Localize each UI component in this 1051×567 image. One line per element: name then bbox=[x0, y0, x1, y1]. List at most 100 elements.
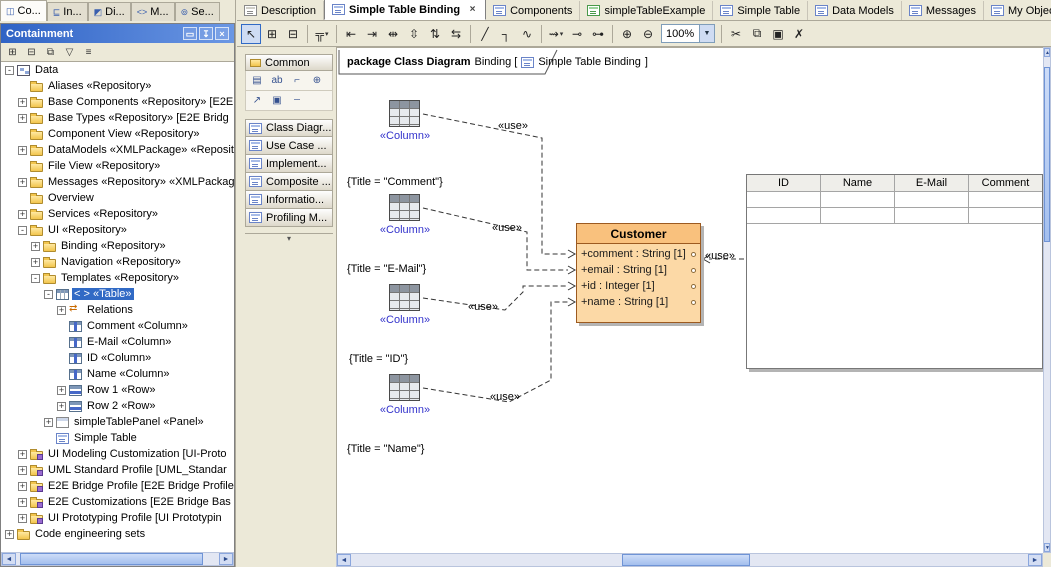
tree-item-aliases-repository[interactable]: Aliases «Repository» bbox=[1, 78, 234, 94]
table-header-id[interactable]: ID bbox=[747, 175, 821, 191]
tree-item-overview[interactable]: Overview bbox=[1, 190, 234, 206]
tree-item-templates-repository[interactable]: -Templates «Repository» bbox=[1, 270, 234, 286]
tree-menu-button[interactable]: ≡ bbox=[80, 45, 97, 60]
copy-button[interactable]: ⧉ bbox=[747, 24, 767, 44]
pin-button[interactable]: ↧ bbox=[199, 27, 213, 40]
tree-item-navigation-repository[interactable]: +Navigation «Repository» bbox=[1, 254, 234, 270]
tree-item-ui-modeling-customization-ui-proto[interactable]: +UI Modeling Customization [UI-Proto bbox=[1, 446, 234, 462]
open-in-new-tree-button[interactable]: ⧉ bbox=[42, 45, 59, 60]
scroll-right-button[interactable]: ► bbox=[219, 553, 233, 565]
expand-toggle[interactable]: + bbox=[18, 98, 27, 107]
text-tool[interactable]: ab bbox=[267, 72, 287, 89]
zoom-in-button[interactable]: ⊕ bbox=[617, 24, 637, 44]
make-same-width-button[interactable]: ⇤ bbox=[341, 24, 361, 44]
column-shape-icon[interactable] bbox=[389, 100, 420, 127]
use-stereotype-label[interactable]: «use» bbox=[468, 301, 498, 313]
align-left-button[interactable]: ⇆ bbox=[446, 24, 466, 44]
diagram-canvas[interactable]: package Class Diagram Binding [ Simple T… bbox=[336, 47, 1043, 553]
tree-item-base-components-repository-e2e[interactable]: +Base Components «Repository» [E2E bbox=[1, 94, 234, 110]
scrollbar-track[interactable] bbox=[16, 553, 219, 565]
collapse-toggle[interactable]: - bbox=[5, 66, 14, 75]
column-stereotype[interactable]: «Column» bbox=[373, 224, 437, 236]
quick-diagram-layout-button[interactable]: ╦▾ bbox=[312, 24, 332, 44]
collapse-all-button[interactable]: ⊟ bbox=[23, 45, 40, 60]
distribute-vertically-button[interactable]: ⇳ bbox=[404, 24, 424, 44]
table-header-e-mail[interactable]: E-Mail bbox=[895, 175, 969, 191]
expand-toggle[interactable]: + bbox=[31, 242, 40, 251]
tab-simple-table-example[interactable]: simpleTableExample bbox=[580, 1, 713, 20]
separator-tool[interactable]: ┄ bbox=[287, 92, 307, 109]
paste-button[interactable]: ▣ bbox=[768, 24, 788, 44]
scrollbar-track[interactable] bbox=[351, 554, 1028, 566]
cut-button[interactable]: ✂ bbox=[726, 24, 746, 44]
column-title-note[interactable]: {Title = "Name"} bbox=[347, 443, 424, 455]
zoom-out-button[interactable]: ⊖ bbox=[638, 24, 658, 44]
expand-toggle[interactable]: + bbox=[18, 450, 27, 459]
left-tab-search[interactable]: ⊚Se... bbox=[175, 2, 220, 21]
scroll-left-button[interactable]: ◄ bbox=[2, 553, 16, 565]
containment-line-button[interactable]: ⊶ bbox=[588, 24, 608, 44]
expand-toggle[interactable]: + bbox=[18, 498, 27, 507]
expand-toggle[interactable]: + bbox=[18, 514, 27, 523]
float-button[interactable]: ▭ bbox=[183, 27, 197, 40]
expand-toggle[interactable]: + bbox=[18, 466, 27, 475]
column-shape-icon[interactable] bbox=[389, 374, 420, 401]
expand-toggle[interactable]: + bbox=[44, 418, 53, 427]
palette-common-group[interactable]: Common bbox=[245, 54, 333, 71]
table-header-name[interactable]: Name bbox=[821, 175, 895, 191]
distribute-horizontally-button[interactable]: ⇹ bbox=[383, 24, 403, 44]
tree-item-e2e-bridge-profile-e2e-bridge-profile[interactable]: +E2E Bridge Profile [E2E Bridge Profile bbox=[1, 478, 234, 494]
collapse-toggle[interactable]: - bbox=[18, 226, 27, 235]
palette-group-use-case-diagram[interactable]: Use Case ... bbox=[245, 137, 333, 155]
left-tab-inheritance[interactable]: ⊑In... bbox=[47, 2, 88, 21]
table-cell[interactable] bbox=[895, 208, 969, 223]
tab-description[interactable]: Description bbox=[237, 1, 324, 20]
expand-toggle[interactable]: + bbox=[18, 210, 27, 219]
tree-item-table[interactable]: -< > «Table» bbox=[1, 286, 234, 302]
left-tab-containment[interactable]: ◫Co... bbox=[0, 0, 47, 21]
make-same-height-button[interactable]: ⇥ bbox=[362, 24, 382, 44]
customer-class[interactable]: Customer +comment : String [1]+email : S… bbox=[576, 223, 701, 323]
use-stereotype-label[interactable]: «use» bbox=[490, 391, 520, 403]
tree-item-comment-column[interactable]: Comment «Column» bbox=[1, 318, 234, 334]
tree-item-code-engineering-sets[interactable]: +Code engineering sets bbox=[1, 526, 234, 542]
note-tool[interactable]: ▤ bbox=[247, 72, 267, 89]
palette-group-implementation-diagram[interactable]: Implement... bbox=[245, 155, 333, 173]
tree-item-e-mail-column[interactable]: E-Mail «Column» bbox=[1, 334, 234, 350]
tree-item-simpletablepanel-panel[interactable]: +simpleTablePanel «Panel» bbox=[1, 414, 234, 430]
expand-toggle[interactable]: + bbox=[57, 402, 66, 411]
palette-splitter[interactable]: ▾ bbox=[245, 233, 333, 244]
palette-group-composite-structure-diagram[interactable]: Composite ... bbox=[245, 173, 333, 191]
tree-item-messages-repository-xmlpackag[interactable]: +Messages «Repository» «XMLPackag bbox=[1, 174, 234, 190]
expand-toggle[interactable]: + bbox=[18, 114, 27, 123]
tree-item-data[interactable]: -Data bbox=[1, 62, 234, 78]
expand-toggle[interactable]: + bbox=[18, 178, 27, 187]
expand-toggle[interactable]: + bbox=[57, 386, 66, 395]
tree-item-services-repository[interactable]: +Services «Repository» bbox=[1, 206, 234, 222]
tree-item-name-column[interactable]: Name «Column» bbox=[1, 366, 234, 382]
tree-item-relations[interactable]: +Relations bbox=[1, 302, 234, 318]
palette-group-information-flow-diagram[interactable]: Informatio... bbox=[245, 191, 333, 209]
canvas-vscrollbar[interactable]: ▲ ▼ bbox=[1043, 47, 1051, 553]
attribute-row[interactable]: +email : String [1] bbox=[577, 262, 700, 278]
scroll-right-button[interactable]: ► bbox=[1028, 554, 1042, 566]
align-top-button[interactable]: ⇅ bbox=[425, 24, 445, 44]
scrollbar-track[interactable] bbox=[1044, 57, 1050, 543]
dependency-style-button[interactable]: ⇝▾ bbox=[546, 24, 566, 44]
tree-item-simple-table[interactable]: Simple Table bbox=[1, 430, 234, 446]
close-button[interactable]: × bbox=[215, 27, 229, 40]
tree-item-id-column[interactable]: ID «Column» bbox=[1, 350, 234, 366]
select-tool-button[interactable]: ↖ bbox=[241, 24, 261, 44]
zoom-level-combo[interactable]: 100%▼ bbox=[661, 24, 715, 43]
attribute-row[interactable]: +comment : String [1] bbox=[577, 246, 700, 262]
containment-tool[interactable]: ⊕ bbox=[307, 72, 327, 89]
use-stereotype-label[interactable]: «use» bbox=[498, 120, 528, 132]
expand-all-button[interactable]: ⊞ bbox=[4, 45, 21, 60]
attribute-row[interactable]: +id : Integer [1] bbox=[577, 278, 700, 294]
tab-data-models[interactable]: Data Models bbox=[808, 1, 902, 20]
left-tab-model-extensions[interactable]: <>M... bbox=[131, 2, 175, 21]
column-shape-icon[interactable] bbox=[389, 194, 420, 221]
oblique-path-style-button[interactable]: ╱ bbox=[475, 24, 495, 44]
canvas-hscrollbar[interactable]: ◄ ► bbox=[336, 553, 1043, 567]
note-anchor-button[interactable]: ⊸ bbox=[567, 24, 587, 44]
